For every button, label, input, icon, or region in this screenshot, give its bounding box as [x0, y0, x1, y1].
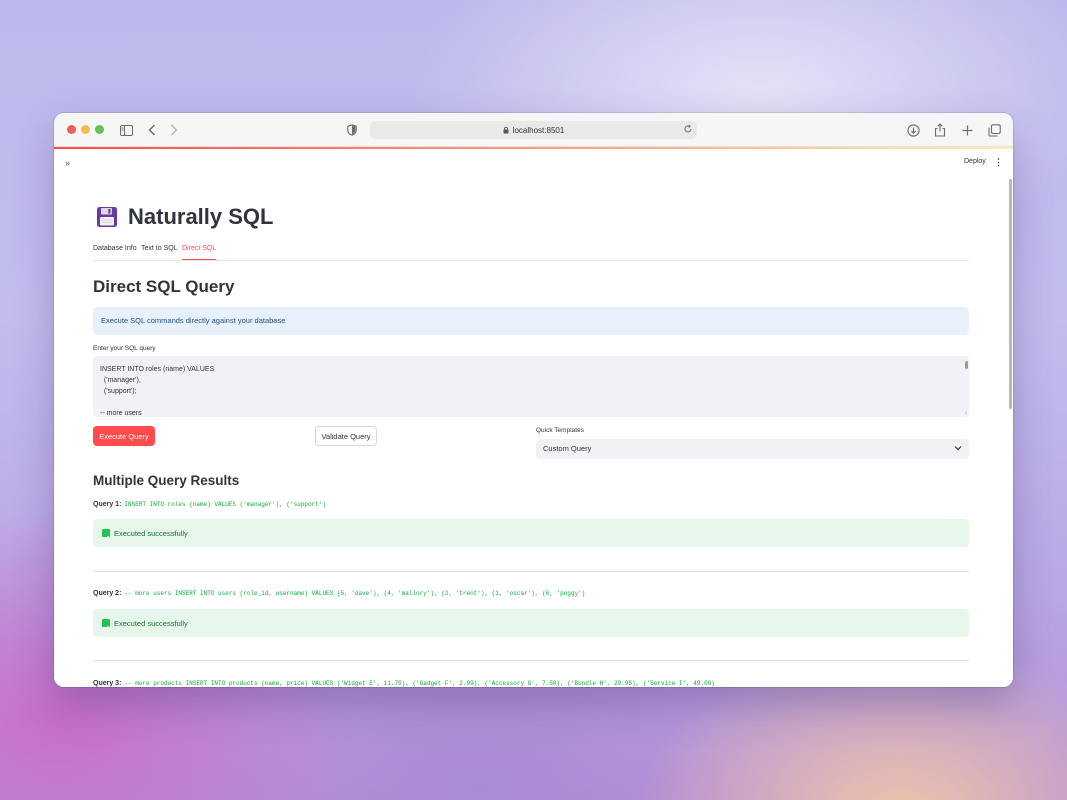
app-content: » Deploy ⋮ Naturally SQL Database Info T…	[54, 149, 1013, 687]
execute-query-button[interactable]: Execute Query	[93, 426, 155, 446]
sql-query-value[interactable]: INSERT INTO roles (name) VALUES ('manage…	[93, 356, 969, 417]
query-result-line: Query 1: INSERT INTO roles (name) VALUES …	[93, 501, 326, 508]
query-result-line: Query 3: -- more products INSERT INTO pro…	[93, 680, 715, 687]
address-bar[interactable]: localhost:8501	[370, 121, 697, 139]
success-alert: Executed successfully	[93, 609, 969, 637]
query-sql: -- more products INSERT INTO products (n…	[124, 680, 715, 687]
textarea-scrollbar[interactable]	[965, 361, 968, 369]
results-heading: Multiple Query Results	[93, 473, 240, 488]
back-icon[interactable]	[143, 121, 161, 139]
shield-icon[interactable]	[343, 121, 361, 139]
success-message: Executed successfully	[114, 529, 188, 538]
url-text: localhost:8501	[512, 125, 565, 135]
reload-icon[interactable]	[683, 124, 693, 136]
query-label: Query 1:	[93, 501, 122, 508]
tab-direct-sql[interactable]: Direct SQL	[182, 244, 217, 260]
lock-icon	[503, 126, 509, 134]
new-tab-icon[interactable]	[958, 121, 976, 139]
share-icon[interactable]	[931, 121, 949, 139]
quick-templates-select[interactable]: Custom Query	[536, 439, 969, 459]
sidebar-toggle-icon[interactable]: »	[65, 158, 70, 168]
validate-query-button[interactable]: Validate Query	[315, 426, 377, 446]
tab-overview-icon[interactable]	[985, 121, 1003, 139]
check-icon	[102, 529, 110, 541]
query-input-label: Enter your SQL query	[93, 345, 156, 352]
close-window-button[interactable]	[67, 125, 76, 134]
quick-templates-label: Quick Templates	[536, 427, 584, 434]
page-title: Naturally SQL	[128, 204, 274, 229]
resize-handle-icon[interactable]: ⌟	[964, 408, 967, 415]
page-scrollbar[interactable]	[1009, 179, 1012, 409]
query-label: Query 2:	[93, 590, 122, 597]
minimize-window-button[interactable]	[81, 125, 90, 134]
app-title: Naturally SQL	[96, 204, 273, 230]
tab-database-info[interactable]: Database Info	[93, 244, 137, 259]
success-alert: Executed successfully	[93, 519, 969, 547]
divider	[93, 660, 969, 661]
chevron-down-icon	[954, 446, 962, 451]
quick-templates-value: Custom Query	[543, 444, 592, 453]
divider	[93, 571, 969, 572]
tab-text-to-sql[interactable]: Text to SQL	[141, 244, 178, 259]
success-message: Executed successfully	[114, 619, 188, 628]
more-vertical-icon[interactable]: ⋮	[994, 157, 1003, 168]
sql-query-input[interactable]: INSERT INTO roles (name) VALUES ('manage…	[93, 356, 969, 417]
section-heading: Direct SQL Query	[93, 277, 235, 296]
browser-toolbar: localhost:8501	[54, 113, 1013, 147]
query-label: Query 3:	[93, 680, 122, 687]
browser-window: localhost:8501 » Deploy ⋮ Naturally SQL …	[54, 113, 1013, 687]
info-alert: Execute SQL commands directly against yo…	[93, 307, 969, 335]
check-icon	[102, 619, 110, 631]
query-sql: -- more users INSERT INTO users (role_id…	[124, 590, 586, 597]
maximize-window-button[interactable]	[95, 125, 104, 134]
query-result-line: Query 2: -- more users INSERT INTO users …	[93, 590, 585, 597]
tab-bar: Database Info Text to SQL Direct SQL	[93, 244, 969, 261]
forward-icon[interactable]	[165, 121, 183, 139]
download-icon[interactable]	[904, 121, 922, 139]
floppy-disk-icon	[97, 207, 117, 227]
query-sql: INSERT INTO roles (name) VALUES ('manage…	[124, 501, 327, 508]
sidebar-icon[interactable]	[117, 121, 135, 139]
deploy-button[interactable]: Deploy	[964, 158, 986, 165]
